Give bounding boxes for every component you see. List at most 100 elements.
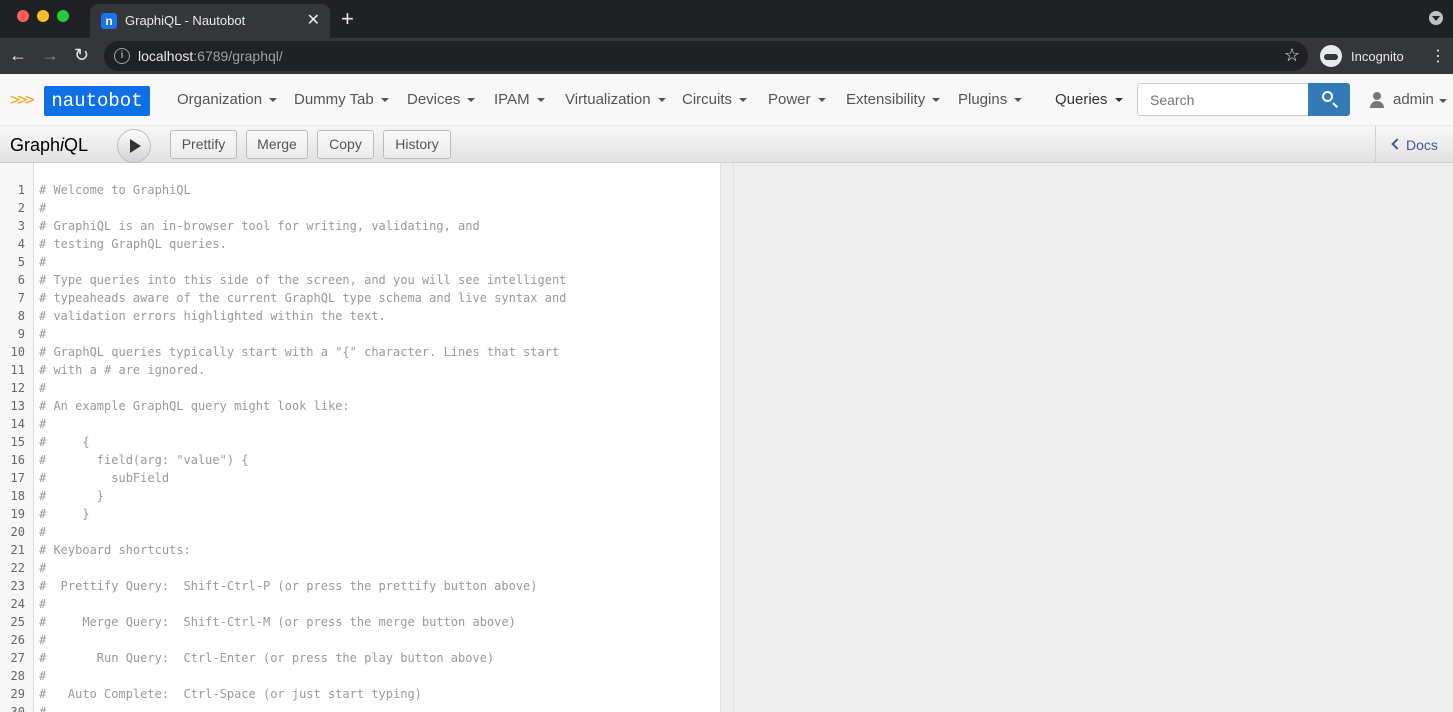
menu-label: Devices xyxy=(407,91,461,108)
code-line: # xyxy=(39,417,47,431)
tab-search-icon[interactable] xyxy=(1429,11,1443,25)
line-number: 26 xyxy=(10,633,25,647)
line-number: 30 xyxy=(10,705,25,712)
menu-power[interactable]: Power xyxy=(768,91,826,108)
url-path: :6789/graphql/ xyxy=(193,48,283,64)
close-tab-icon[interactable]: ✕ xyxy=(307,10,320,30)
merge-button[interactable]: Merge xyxy=(246,130,308,159)
browser-tab-bar: n GraphiQL - Nautobot ✕ + xyxy=(0,0,1453,38)
bookmark-star-icon[interactable]: ☆ xyxy=(1284,45,1300,66)
caret-down-icon xyxy=(269,98,278,103)
query-editor[interactable]: 1 # Welcome to GraphiQL 2 #3 # GraphiQL is a… xyxy=(0,163,721,712)
reload-icon[interactable]: ↻ xyxy=(74,45,89,66)
execute-query-button[interactable] xyxy=(117,129,151,163)
browser-tab[interactable]: n GraphiQL - Nautobot ✕ xyxy=(90,4,330,38)
menu-ipam[interactable]: IPAM xyxy=(494,91,545,108)
code-line: # with a # are ignored. xyxy=(39,363,206,377)
line-number: 3 xyxy=(17,219,25,233)
caret-down-icon xyxy=(1114,98,1123,103)
menu-label: Dummy Tab xyxy=(294,91,374,108)
line-number: 9 xyxy=(17,327,25,341)
caret-down-icon xyxy=(932,98,941,103)
code-line: # } xyxy=(39,489,105,503)
chevron-left-icon xyxy=(1391,138,1403,150)
code-line: # typeaheads aware of the current GraphQ… xyxy=(39,291,567,305)
line-number: 2 xyxy=(17,201,25,215)
caret-down-icon xyxy=(739,98,748,103)
prettify-button[interactable]: Prettify xyxy=(170,130,237,159)
line-number: 6 xyxy=(17,273,25,287)
graphiql-title: GraphiQL xyxy=(10,135,88,156)
tab-title: GraphiQL - Nautobot xyxy=(125,13,246,28)
code-line: # Welcome to GraphiQL xyxy=(39,183,191,197)
menu-label: Virtualization xyxy=(565,91,651,108)
menu-virtualization[interactable]: Virtualization xyxy=(565,91,666,108)
code-line: # xyxy=(39,561,47,575)
incognito-icon xyxy=(1320,45,1342,67)
address-bar[interactable]: i localhost:6789/graphql/ ☆ xyxy=(104,41,1308,71)
graphiql-toolbar: GraphiQL Prettify Merge Copy History Doc… xyxy=(0,126,1453,163)
minimize-window-button[interactable] xyxy=(37,10,49,22)
code-line: # GraphQL queries typically start with a… xyxy=(39,345,560,359)
line-number: 1 xyxy=(17,183,25,197)
menu-label: Power xyxy=(768,91,811,108)
browser-toolbar: ← → ↻ i localhost:6789/graphql/ ☆ Incogn… xyxy=(0,38,1453,74)
new-tab-icon[interactable]: + xyxy=(341,6,354,32)
search-input[interactable] xyxy=(1137,83,1309,116)
menu-extensibility[interactable]: Extensibility xyxy=(846,91,941,108)
close-window-button[interactable] xyxy=(17,10,29,22)
menu-plugins[interactable]: Plugins xyxy=(958,91,1023,108)
nautobot-navbar: >>> nautobot Organization Dummy Tab Devi… xyxy=(0,74,1453,126)
line-number: 28 xyxy=(10,669,25,683)
copy-button[interactable]: Copy xyxy=(317,130,374,159)
menu-circuits[interactable]: Circuits xyxy=(682,91,748,108)
code-line: # GraphiQL is an in-browser tool for wri… xyxy=(39,219,480,233)
line-number: 4 xyxy=(17,237,25,251)
menu-queries[interactable]: Queries xyxy=(1055,91,1123,108)
history-button[interactable]: History xyxy=(383,130,451,159)
browser-menu-icon[interactable]: ⋮ xyxy=(1430,46,1446,66)
site-info-icon[interactable]: i xyxy=(114,48,130,64)
line-number: 13 xyxy=(10,399,25,413)
line-number: 23 xyxy=(10,579,25,593)
code-line: # xyxy=(39,525,47,539)
line-number: 16 xyxy=(10,453,25,467)
menu-label: IPAM xyxy=(494,91,530,108)
code-line: # xyxy=(39,705,47,712)
menu-label: Circuits xyxy=(682,91,733,108)
caret-down-icon xyxy=(1014,98,1023,103)
line-number: 20 xyxy=(10,525,25,539)
code-line: # Keyboard shortcuts: xyxy=(39,543,191,557)
line-number: 21 xyxy=(10,543,25,557)
logo-text: nautobot xyxy=(44,86,150,116)
menu-label: Extensibility xyxy=(846,91,926,108)
menu-label: Queries xyxy=(1055,91,1108,108)
menu-organization[interactable]: Organization xyxy=(177,91,278,108)
code-line: # Merge Query: Shift-Ctrl-M (or press th… xyxy=(39,615,516,629)
menu-dummy-tab[interactable]: Dummy Tab xyxy=(294,91,389,108)
menu-devices[interactable]: Devices xyxy=(407,91,476,108)
code-line: # xyxy=(39,669,47,683)
search-button[interactable] xyxy=(1308,83,1350,116)
line-number: 15 xyxy=(10,435,25,449)
code-line: # Auto Complete: Ctrl-Space (or just sta… xyxy=(39,687,422,701)
line-number: 14 xyxy=(10,417,25,431)
line-number: 7 xyxy=(17,291,25,305)
docs-button[interactable]: Docs xyxy=(1375,126,1453,163)
line-number: 5 xyxy=(17,255,25,269)
code-line: # xyxy=(39,201,47,215)
back-arrow-icon[interactable]: ← xyxy=(9,45,27,66)
line-number: 8 xyxy=(17,309,25,323)
line-number: 10 xyxy=(10,345,25,359)
code-line: # xyxy=(39,381,47,395)
maximize-window-button[interactable] xyxy=(57,10,69,22)
search-icon xyxy=(1322,91,1333,102)
caret-down-icon xyxy=(657,98,666,103)
forward-arrow-icon[interactable]: → xyxy=(41,45,59,66)
code-line: # xyxy=(39,597,47,611)
line-number: 24 xyxy=(10,597,25,611)
pane-resize-handle[interactable] xyxy=(721,163,734,712)
code-line: # subField xyxy=(39,471,170,485)
docs-label: Docs xyxy=(1406,137,1438,153)
code-line: # Type queries into this side of the scr… xyxy=(39,273,567,287)
